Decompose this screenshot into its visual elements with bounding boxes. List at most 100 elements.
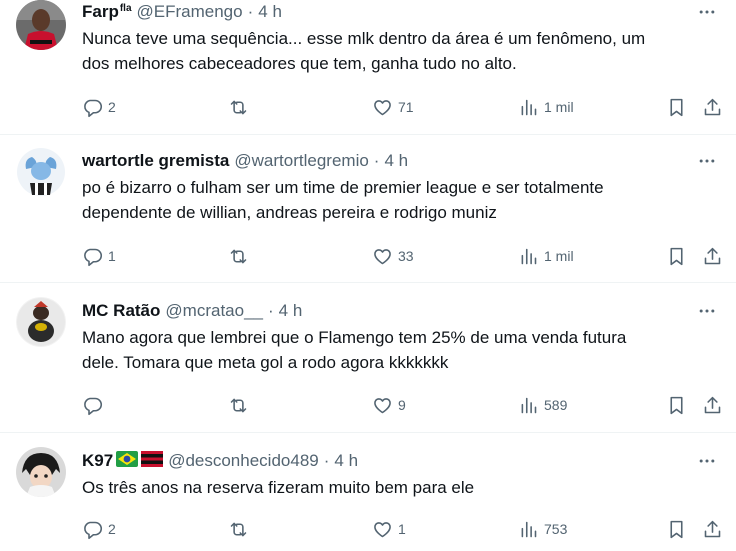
share-icon [704, 520, 721, 537]
separator-dot: · [323, 451, 330, 470]
more-horizontal-icon[interactable] [694, 149, 720, 173]
reply-icon [84, 99, 103, 117]
like-count: 9 [398, 397, 406, 413]
tweet-header: MC Ratão @mcratao__ · 4 h [82, 299, 724, 323]
reply-count: 1 [108, 248, 116, 264]
views-button[interactable]: 753 [518, 517, 567, 541]
display-name[interactable]: wartortle gremista [82, 151, 229, 171]
views-button[interactable]: 589 [518, 393, 567, 417]
tweet-header: K97 @desconhecido489 · 4 h [82, 449, 724, 473]
views-count: 753 [544, 521, 568, 537]
user-handle[interactable]: @mcratao__ [165, 301, 263, 321]
views-count: 589 [544, 397, 568, 413]
reply-feed: Farpfla @EFramengo · 4 h Nunca teve uma … [0, 0, 736, 551]
display-name[interactable]: K97 [82, 451, 113, 471]
like-button[interactable]: 9 [372, 393, 406, 417]
tweet[interactable]: MC Ratão @mcratao__ · 4 h Mano agora que… [0, 283, 736, 433]
reply-icon [84, 397, 103, 415]
bookmark-button[interactable] [666, 517, 687, 541]
views-icon [521, 397, 537, 413]
reply-icon [84, 248, 103, 266]
views-count: 1 mil [544, 99, 574, 115]
more-horizontal-icon[interactable] [694, 0, 720, 24]
reply-button[interactable] [82, 393, 108, 417]
separator-dot: · [373, 151, 380, 170]
timestamp[interactable]: 4 h [258, 2, 282, 22]
separator-dot: · [267, 301, 274, 320]
views-button[interactable]: 1 mil [518, 244, 574, 268]
bookmark-button[interactable] [666, 95, 687, 119]
views-button[interactable]: 1 mil [518, 95, 574, 119]
views-icon [521, 248, 537, 264]
tweet-actions: 9 589 [82, 393, 724, 417]
user-handle[interactable]: @wartortlegremio [234, 151, 368, 171]
bookmark-button[interactable] [666, 393, 687, 417]
tweet-header: Farpfla @EFramengo · 4 h [82, 0, 724, 24]
share-button[interactable] [702, 95, 723, 119]
tweet[interactable]: wartortle gremista @wartortlegremio · 4 … [0, 135, 736, 283]
bookmark-icon [670, 247, 683, 265]
bookmark-icon [670, 396, 683, 414]
tweet-text: Os três anos na reserva fizeram muito be… [82, 478, 475, 497]
share-button[interactable] [702, 517, 723, 541]
tweet-text: po é bizarro o fulham ser um time de pre… [82, 178, 604, 222]
reply-button[interactable]: 1 [82, 244, 116, 268]
retweet-icon [230, 398, 247, 412]
bookmark-button[interactable] [666, 244, 687, 268]
retweet-icon [230, 249, 247, 263]
retweet-icon [230, 100, 247, 114]
timestamp[interactable]: 4 h [334, 451, 358, 471]
tweet-actions: 1 33 1 mil [82, 244, 724, 268]
retweet-button[interactable] [228, 95, 254, 119]
share-button[interactable] [702, 393, 723, 417]
views-count: 1 mil [544, 248, 574, 264]
like-count: 1 [398, 521, 406, 537]
retweet-button[interactable] [228, 517, 254, 541]
timestamp[interactable]: 4 h [384, 151, 408, 171]
tweet-text: Mano agora que lembrei que o Flamengo te… [82, 328, 627, 372]
display-name[interactable]: MC Ratão [82, 301, 160, 321]
tweet[interactable]: K97 @desconhecido489 · 4 h Os três anos … [0, 433, 736, 551]
brazil-flag-icon [116, 450, 139, 472]
like-count: 33 [398, 248, 414, 264]
avatar[interactable] [16, 447, 66, 497]
more-horizontal-icon[interactable] [694, 449, 720, 473]
share-icon [704, 247, 721, 264]
user-handle[interactable]: @EFramengo [137, 2, 243, 22]
tweet-actions: 2 1 753 [82, 517, 724, 541]
views-icon [521, 99, 537, 115]
user-handle[interactable]: @desconhecido489 [168, 451, 319, 471]
share-icon [704, 396, 721, 413]
like-button[interactable]: 1 [372, 517, 406, 541]
heart-icon [374, 248, 391, 264]
bookmark-icon [670, 98, 683, 116]
reply-button[interactable]: 2 [82, 517, 116, 541]
like-button[interactable]: 33 [372, 244, 414, 268]
reply-icon [84, 521, 103, 539]
display-name[interactable]: Farpfla [82, 2, 132, 22]
tweet-actions: 2 71 1 mil [82, 95, 724, 119]
share-button[interactable] [702, 244, 723, 268]
reply-count: 2 [108, 521, 116, 537]
views-icon [521, 521, 537, 537]
name-superscript: fla [119, 3, 132, 14]
avatar[interactable] [16, 0, 66, 50]
reply-button[interactable]: 2 [82, 95, 116, 119]
reply-count: 2 [108, 99, 116, 115]
heart-icon [374, 99, 391, 115]
retweet-button[interactable] [228, 393, 254, 417]
tweet[interactable]: Farpfla @EFramengo · 4 h Nunca teve uma … [0, 0, 736, 135]
flamengo-flag-icon [141, 450, 164, 472]
heart-icon [374, 397, 391, 413]
retweet-button[interactable] [228, 244, 254, 268]
separator-dot: · [247, 2, 254, 21]
like-button[interactable]: 71 [372, 95, 414, 119]
tweet-text: Nunca teve uma sequência... esse mlk den… [82, 29, 646, 73]
avatar[interactable] [16, 297, 66, 347]
heart-icon [374, 521, 391, 537]
avatar[interactable] [16, 147, 66, 197]
like-count: 71 [398, 99, 414, 115]
timestamp[interactable]: 4 h [279, 301, 303, 321]
more-horizontal-icon[interactable] [694, 299, 720, 323]
share-icon [704, 98, 721, 115]
